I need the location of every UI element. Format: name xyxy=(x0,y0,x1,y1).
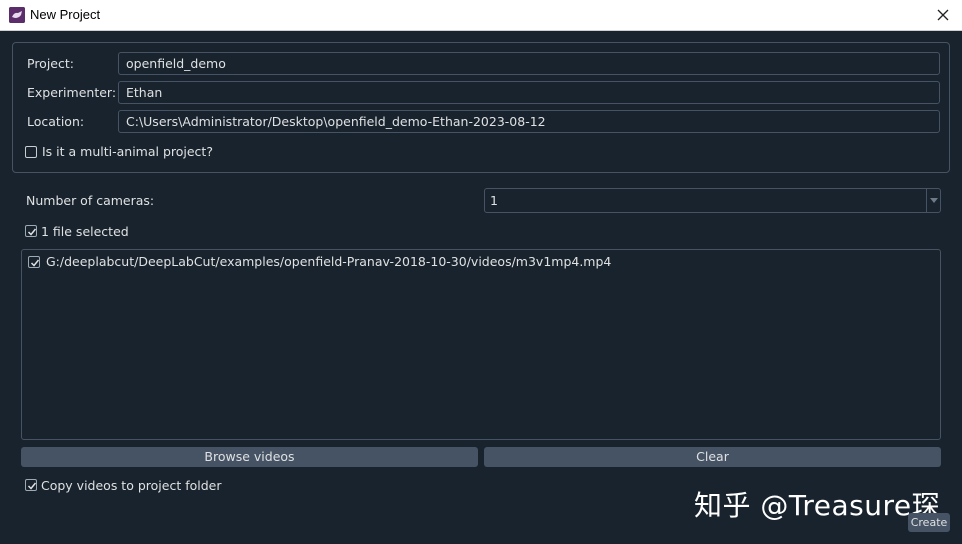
files-selected-label: 1 file selected xyxy=(41,224,129,239)
project-name-input[interactable]: openfield_demo xyxy=(118,52,940,75)
video-file-list[interactable]: G:/deeplabcut/DeepLabCut/examples/openfi… xyxy=(21,249,941,440)
close-icon[interactable] xyxy=(932,4,954,26)
cameras-label: Number of cameras: xyxy=(26,193,155,208)
multi-animal-label: Is it a multi-animal project? xyxy=(42,144,213,159)
copy-videos-checkbox[interactable] xyxy=(25,479,37,491)
video-item-checkbox[interactable] xyxy=(28,256,40,268)
experimenter-label: Experimenter: xyxy=(27,85,117,100)
window-titlebar: New Project xyxy=(0,0,962,31)
location-input[interactable]: C:\Users\Administrator/Desktop\openfield… xyxy=(118,110,940,133)
video-item-path: G:/deeplabcut/DeepLabCut/examples/openfi… xyxy=(46,254,612,269)
window-title: New Project xyxy=(30,7,101,22)
watermark-text: 知乎 @Treasure琛 xyxy=(694,489,941,522)
experimenter-input[interactable]: Ethan xyxy=(118,81,940,104)
multi-animal-checkbox[interactable] xyxy=(25,146,37,158)
clear-button[interactable]: Clear xyxy=(484,447,941,467)
chevron-down-icon[interactable] xyxy=(926,189,940,212)
location-label: Location: xyxy=(27,114,85,129)
cameras-select-value: 1 xyxy=(490,193,498,208)
deeplabcut-app-icon xyxy=(9,7,25,23)
browse-videos-button[interactable]: Browse videos xyxy=(21,447,478,467)
project-label: Project: xyxy=(27,56,74,71)
files-selected-checkbox[interactable] xyxy=(25,225,37,237)
copy-videos-label: Copy videos to project folder xyxy=(41,478,222,493)
cameras-select[interactable]: 1 xyxy=(484,188,941,213)
create-button[interactable]: Create xyxy=(908,513,950,532)
